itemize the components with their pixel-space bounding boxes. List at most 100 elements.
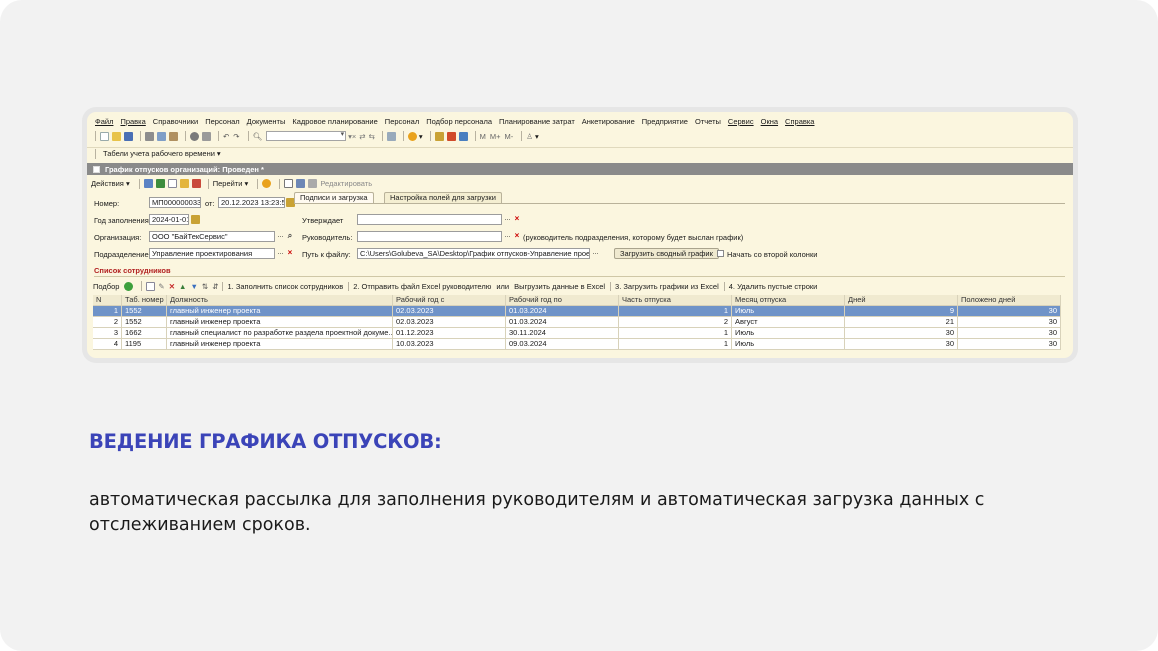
move-up-icon[interactable]: ▲	[179, 282, 186, 291]
help-icon[interactable]	[262, 179, 272, 188]
table-cell[interactable]: Август	[732, 317, 845, 328]
table-cell[interactable]: главный инженер проекта	[167, 339, 393, 350]
actions-menu[interactable]: Действия ▾	[91, 179, 130, 188]
column-header[interactable]: Положено дней	[958, 295, 1061, 306]
delete-row-icon[interactable]: ✕	[169, 282, 175, 291]
timesheet-panel-label[interactable]: Табели учета рабочего времени	[103, 149, 215, 158]
sort-desc-icon[interactable]: ⇵	[212, 282, 218, 291]
organization-field[interactable]: ООО "БайТекСервис"	[149, 231, 275, 242]
table-cell[interactable]: Июль	[732, 339, 845, 350]
column-header[interactable]: Должность	[167, 295, 393, 306]
copy-icon[interactable]	[157, 131, 166, 141]
fill-employees-button[interactable]: 1. Заполнить список сотрудников	[227, 282, 343, 291]
calendar-icon[interactable]	[191, 215, 200, 224]
goto-menu[interactable]: Перейти ▾	[213, 179, 249, 188]
chevron-down-icon[interactable]: ▾	[217, 149, 221, 158]
paste-icon[interactable]	[169, 131, 178, 141]
new-document-icon[interactable]	[100, 131, 109, 141]
column-header[interactable]: Таб. номер	[122, 295, 167, 306]
menu-enterprise[interactable]: Предприятие	[642, 117, 688, 126]
organization-select-button[interactable]: ...	[275, 231, 286, 242]
load-excel-button[interactable]: 3. Загрузить графики из Excel	[615, 282, 719, 291]
menu-windows[interactable]: Окна	[761, 117, 778, 126]
refresh-icon[interactable]	[386, 131, 396, 141]
path-browse-button[interactable]: ...	[590, 248, 601, 259]
memory-minus-button[interactable]: M-	[505, 132, 514, 141]
movements-icon[interactable]	[191, 179, 201, 188]
memory-m-button[interactable]: M	[480, 132, 486, 141]
pin-icon[interactable]: ♙	[526, 132, 533, 141]
copy-doc-icon[interactable]	[167, 179, 177, 188]
table-cell[interactable]: 1662	[122, 328, 167, 339]
delete-empty-rows-button[interactable]: 4. Удалить пустые строки	[729, 282, 818, 291]
column-header[interactable]: Рабочий год с	[393, 295, 506, 306]
preview-icon[interactable]	[202, 131, 211, 141]
open-folder-icon[interactable]	[112, 131, 121, 141]
approves-select-button[interactable]: ...	[502, 214, 513, 225]
table-icon[interactable]	[284, 179, 294, 188]
table-cell[interactable]: Июль	[732, 328, 845, 339]
table-cell[interactable]: 30	[845, 339, 958, 350]
number-field[interactable]: МП000000033	[149, 197, 201, 208]
table-cell[interactable]: 02.03.2023	[393, 317, 506, 328]
menu-file[interactable]: Файл	[95, 117, 113, 126]
table-cell[interactable]: главный инженер проекта	[167, 306, 393, 317]
table-row[interactable]: 3 1662 главный специалист по разработке ра…	[93, 328, 1065, 339]
send-excel-button[interactable]: 2. Отправить файл Excel руководителю	[353, 282, 491, 291]
table-cell[interactable]: 3	[93, 328, 122, 339]
table-cell[interactable]: 9	[845, 306, 958, 317]
table-cell[interactable]: 09.03.2024	[506, 339, 619, 350]
table-cell[interactable]: 01.12.2023	[393, 328, 506, 339]
users-icon[interactable]	[458, 131, 468, 141]
search-down-icon[interactable]: ⇆	[369, 132, 375, 141]
pick-button[interactable]: Подбор	[93, 282, 119, 291]
menu-cost-planning[interactable]: Планирование затрат	[499, 117, 575, 126]
load-summary-button[interactable]: Загрузить сводный график	[614, 248, 719, 259]
chevron-down-icon[interactable]: ▾	[419, 132, 423, 141]
chevron-down-icon[interactable]: ▾	[535, 132, 539, 141]
menu-personnel[interactable]: Персонал	[205, 117, 239, 126]
write-icon[interactable]	[155, 179, 165, 188]
cut-icon[interactable]	[145, 131, 154, 141]
column-header[interactable]: Месяц отпуска	[732, 295, 845, 306]
organization-search-icon[interactable]: ⌕	[286, 231, 294, 242]
move-down-icon[interactable]: ▼	[190, 282, 197, 291]
print-icon[interactable]	[190, 131, 199, 141]
year-field[interactable]: 2024-01-01	[149, 214, 189, 225]
table-cell[interactable]: 01.03.2024	[506, 317, 619, 328]
table-cell[interactable]: 1	[619, 339, 732, 350]
table-cell[interactable]: Июль	[732, 306, 845, 317]
sort-asc-icon[interactable]: ⇅	[202, 282, 208, 291]
table-cell[interactable]: 30	[958, 328, 1061, 339]
column-header[interactable]: N	[93, 295, 122, 306]
date-field[interactable]: 20.12.2023 13:23:57	[218, 197, 285, 208]
column-header[interactable]: Рабочий год по	[506, 295, 619, 306]
column-header[interactable]: Часть отпуска	[619, 295, 732, 306]
calculator-icon[interactable]	[446, 131, 456, 141]
table-cell[interactable]: 2	[93, 317, 122, 328]
manager-select-button[interactable]: ...	[502, 231, 513, 242]
department-field[interactable]: Управление проектирования	[149, 248, 275, 259]
table-cell[interactable]: главный инженер проекта	[167, 317, 393, 328]
menu-recruitment[interactable]: Подбор персонала	[426, 117, 492, 126]
second-column-checkbox[interactable]	[717, 250, 724, 257]
department-select-button[interactable]: ...	[275, 248, 286, 259]
department-clear-icon[interactable]: ×	[286, 248, 294, 259]
manager-field[interactable]	[357, 231, 502, 242]
table-cell[interactable]: 30.11.2024	[506, 328, 619, 339]
table-cell[interactable]: 4	[93, 339, 122, 350]
path-field[interactable]: C:\Users\Golubeva_SA\Desktop\График отпу…	[357, 248, 590, 259]
tab-signatures-upload[interactable]: Подписи и загрузка	[294, 192, 374, 203]
table-cell[interactable]: 10.03.2023	[393, 339, 506, 350]
menu-help[interactable]: Справка	[785, 117, 814, 126]
undo-icon[interactable]: ↶	[223, 132, 229, 141]
settings-icon[interactable]	[296, 179, 306, 188]
menu-documents[interactable]: Документы	[247, 117, 286, 126]
redo-icon[interactable]: ↷	[233, 132, 239, 141]
table-row[interactable]: 2 1552 главный инженер проекта 02.03.2023 01…	[93, 317, 1065, 328]
table-cell[interactable]: 1552	[122, 317, 167, 328]
menu-edit[interactable]: Правка	[120, 117, 145, 126]
column-header[interactable]: Дней	[845, 295, 958, 306]
help-icon[interactable]	[407, 131, 417, 141]
table-cell[interactable]: 1552	[122, 306, 167, 317]
